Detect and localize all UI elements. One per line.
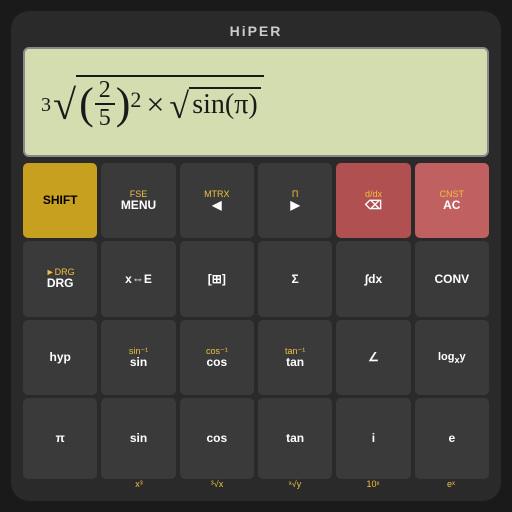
x-e-button[interactable]: x⇔E bbox=[101, 241, 175, 316]
tan-inv-button[interactable]: tan⁻¹ tan bbox=[258, 320, 332, 395]
exponent-2: 2 bbox=[130, 87, 141, 113]
sqrt-symbol: √ bbox=[53, 85, 76, 127]
sub-ex: eˣ bbox=[414, 479, 488, 489]
button-row-2: ►DRG DRG x⇔E [⊞] Σ ∫dx CONV bbox=[23, 241, 489, 316]
right-arrow-button[interactable]: Π ▶ bbox=[258, 163, 332, 238]
button-row-1: SHIFT FSE MENU MTRX ◀ Π ▶ d/dx ⌫ CNST AC bbox=[23, 163, 489, 238]
sub-10x: 10ˣ bbox=[336, 479, 410, 489]
pi-button[interactable]: π bbox=[23, 398, 97, 479]
sin-button[interactable]: sin bbox=[101, 398, 175, 479]
left-arrow-button[interactable]: MTRX ◀ bbox=[180, 163, 254, 238]
tan-button[interactable]: tan bbox=[258, 398, 332, 479]
i-button[interactable]: i bbox=[336, 398, 410, 479]
numerator: 2 bbox=[95, 77, 115, 105]
app-title: HiPER bbox=[23, 21, 489, 41]
buttons-area: SHIFT FSE MENU MTRX ◀ Π ▶ d/dx ⌫ CNST AC bbox=[23, 163, 489, 489]
calculator: HiPER 3 √ ( 2 5 ) 2 × √ bbox=[11, 11, 501, 501]
hyp-button[interactable]: hyp bbox=[23, 320, 97, 395]
sin-inv-button[interactable]: sin⁻¹ sin bbox=[101, 320, 175, 395]
sub-pi bbox=[24, 479, 98, 489]
angle-button[interactable]: ∠ bbox=[336, 320, 410, 395]
denominator: 5 bbox=[95, 105, 115, 131]
cos-button[interactable]: cos bbox=[180, 398, 254, 479]
close-paren: ) bbox=[116, 82, 131, 126]
sub-xrty: ˣ√y bbox=[258, 479, 332, 489]
inner-sqrt: √ sin(π) bbox=[169, 86, 260, 122]
menu-button[interactable]: FSE MENU bbox=[101, 163, 175, 238]
inner-sqrt-content: sin(π) bbox=[189, 87, 260, 121]
conv-button[interactable]: CONV bbox=[415, 241, 489, 316]
button-row-4: π sin cos tan i e bbox=[23, 398, 489, 479]
display-screen: 3 √ ( 2 5 ) 2 × √ sin(π) bbox=[23, 47, 489, 157]
button-row-3: hyp sin⁻¹ sin cos⁻¹ cos tan⁻¹ tan ∠ logx… bbox=[23, 320, 489, 395]
shift-button[interactable]: SHIFT bbox=[23, 163, 97, 238]
sublabel-row-4: x³ ³√x ˣ√y 10ˣ eˣ bbox=[23, 479, 489, 489]
sub-cbrtx: ³√x bbox=[180, 479, 254, 489]
matrix-button[interactable]: [⊞] bbox=[180, 241, 254, 316]
log-xy-button[interactable]: logxy bbox=[415, 320, 489, 395]
cube-root-index: 3 bbox=[41, 94, 51, 117]
drg-button[interactable]: ►DRG DRG bbox=[23, 241, 97, 316]
delete-button[interactable]: d/dx ⌫ bbox=[336, 163, 410, 238]
open-paren: ( bbox=[79, 82, 94, 126]
e-button[interactable]: e bbox=[415, 398, 489, 479]
sqrt-content: ( 2 5 ) 2 × √ sin(π) bbox=[76, 75, 264, 132]
display-expression: 3 √ ( 2 5 ) 2 × √ sin(π) bbox=[41, 75, 264, 132]
integral-button[interactable]: ∫dx bbox=[336, 241, 410, 316]
inner-sqrt-symbol: √ bbox=[169, 88, 189, 124]
ac-button[interactable]: CNST AC bbox=[415, 163, 489, 238]
times-symbol: × bbox=[146, 86, 164, 123]
cos-inv-button[interactable]: cos⁻¹ cos bbox=[180, 320, 254, 395]
sigma-button[interactable]: Σ bbox=[258, 241, 332, 316]
fraction-2-5: 2 5 bbox=[95, 77, 115, 132]
sub-x3: x³ bbox=[102, 479, 176, 489]
